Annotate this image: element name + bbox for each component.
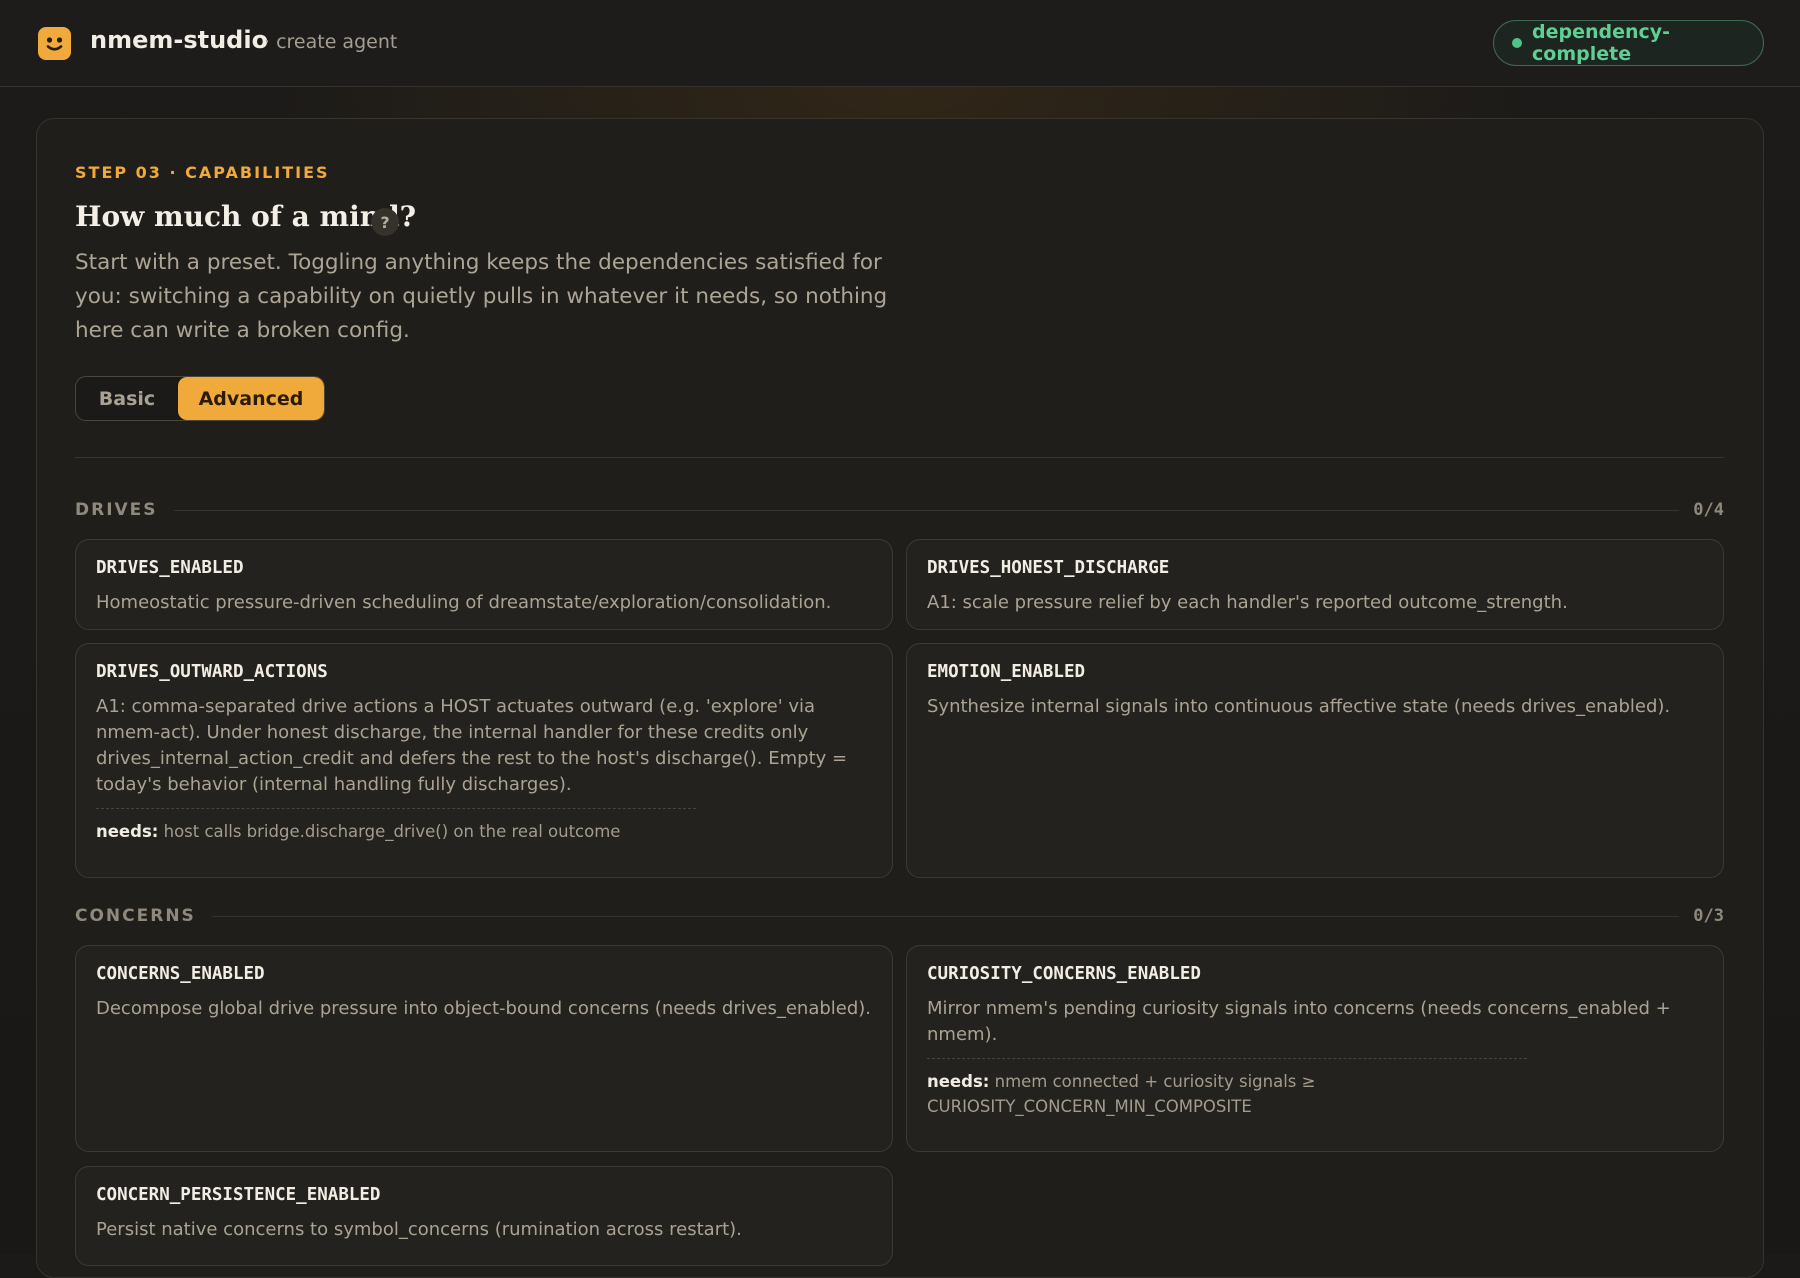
capability-key: DRIVES_OUTWARD_ACTIONS [96, 662, 328, 682]
status-dot-icon [1512, 38, 1522, 48]
status-badge-label: dependency-complete [1532, 21, 1671, 65]
section-rule [173, 509, 1680, 511]
page-title: How much of a mind? [75, 200, 417, 233]
mode-advanced-button[interactable]: Advanced [178, 377, 324, 420]
mode-basic-button[interactable]: Basic [76, 377, 178, 420]
intro-text: Start with a preset. Toggling anything k… [75, 250, 888, 343]
capability-key: EMOTION_ENABLED [927, 662, 1086, 682]
capability-key: DRIVES_HONEST_DISCHARGE [927, 558, 1170, 578]
divider [75, 457, 1724, 458]
capability-description: A1: scale pressure relief by each handle… [927, 592, 1568, 613]
section-header-concerns: CONCERNS 0/3 [75, 904, 1724, 928]
breadcrumb: · create agent [264, 31, 398, 53]
needs-text: host calls bridge.discharge_drive() on t… [163, 822, 621, 841]
capability-card-drives-honest-discharge[interactable]: DRIVES_HONEST_DISCHARGE A1: scale pressu… [906, 539, 1724, 630]
capability-key: DRIVES_ENABLED [96, 558, 244, 578]
smiley-icon [38, 27, 71, 60]
capability-card-emotion-enabled[interactable]: EMOTION_ENABLED Synthesize internal sign… [906, 643, 1724, 878]
status-badge: dependency-complete [1493, 20, 1764, 66]
section-title: DRIVES [75, 500, 158, 520]
capability-description: Synthesize internal signals into continu… [927, 696, 1671, 717]
needs-label: needs: [96, 822, 159, 841]
needs-label: needs: [927, 1072, 990, 1091]
capability-card-drives-enabled[interactable]: DRIVES_ENABLED Homeostatic pressure-driv… [75, 539, 893, 630]
top-bar: nmem-studio · create agent dependency-co… [0, 0, 1800, 87]
capability-description: Decompose global drive pressure into obj… [96, 998, 872, 1019]
section-header-drives: DRIVES 0/4 [75, 498, 1724, 522]
capability-description: Homeostatic pressure-driven scheduling o… [96, 592, 832, 613]
capability-card-curiosity-concerns-enabled[interactable]: CURIOSITY_CONCERNS_ENABLED Mirror nmem's… [906, 945, 1724, 1152]
capability-description: Persist native concerns to symbol_concer… [96, 1219, 742, 1240]
capability-needs: needs: host calls bridge.discharge_drive… [96, 808, 696, 844]
section-count: 0/4 [1693, 500, 1724, 520]
capability-key: CURIOSITY_CONCERNS_ENABLED [927, 964, 1201, 984]
mode-toggle: Basic Advanced [75, 376, 325, 421]
capability-description: Mirror nmem's pending curiosity signals … [927, 998, 1671, 1045]
capability-card-concerns-enabled[interactable]: CONCERNS_ENABLED Decompose global drive … [75, 945, 893, 1152]
capability-key: CONCERNS_ENABLED [96, 964, 265, 984]
capability-card-drives-outward-actions[interactable]: DRIVES_OUTWARD_ACTIONS A1: comma-separat… [75, 643, 893, 878]
capability-key: CONCERN_PERSISTENCE_ENABLED [96, 1185, 381, 1205]
help-icon[interactable]: ? [371, 208, 399, 236]
capability-needs: needs: nmem connected + curiosity signal… [927, 1058, 1527, 1119]
brand-name: nmem-studio [90, 26, 269, 54]
capability-description: A1: comma-separated drive actions a HOST… [96, 696, 848, 795]
section-count: 0/3 [1693, 906, 1724, 926]
step-label: STEP 03 · CAPABILITIES [75, 163, 330, 182]
section-title: CONCERNS [75, 906, 196, 926]
capability-card-concern-persistence-enabled[interactable]: CONCERN_PERSISTENCE_ENABLED Persist nati… [75, 1166, 893, 1266]
section-rule [211, 915, 1680, 917]
